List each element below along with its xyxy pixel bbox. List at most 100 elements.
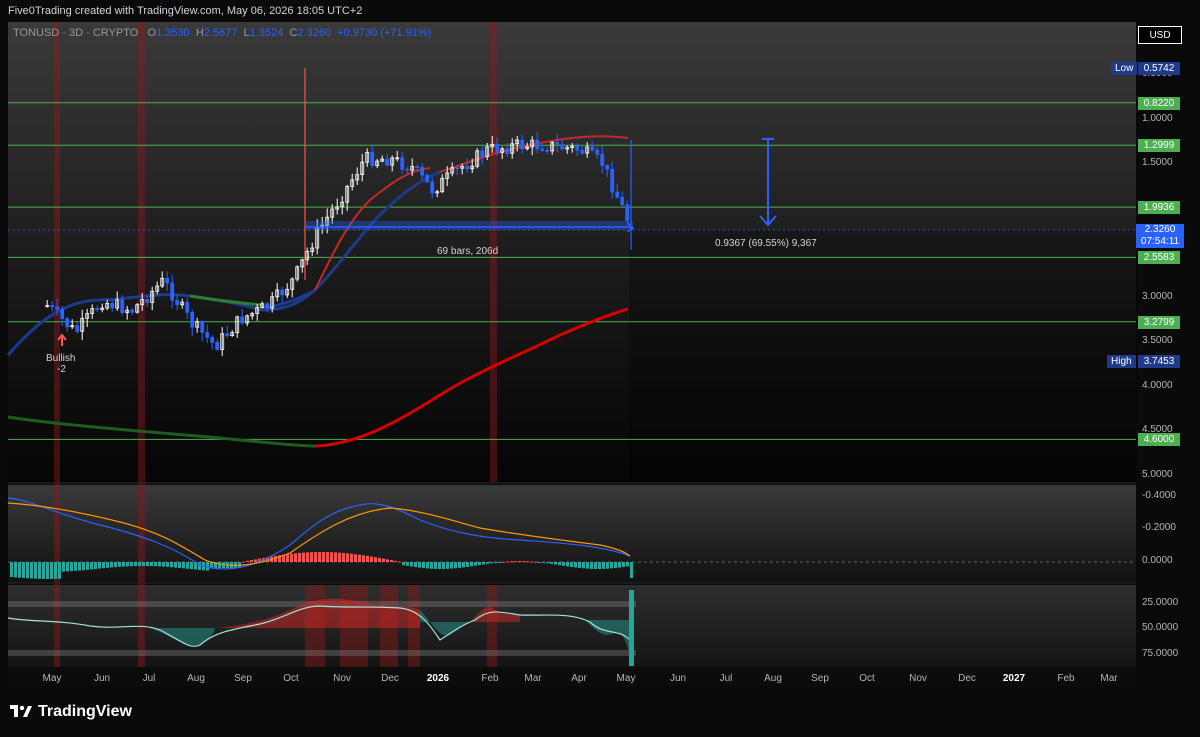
rsi-tick: 75.0000 [1142, 648, 1179, 659]
macd-bar [574, 562, 577, 568]
candle-body [205, 332, 210, 338]
macd-bar [386, 559, 389, 562]
macd-bar [302, 552, 305, 562]
bar-countdown: 07:54:11 [1140, 236, 1180, 247]
time-tick: Apr [571, 673, 587, 684]
macd-bar [138, 562, 141, 567]
time-tick: Nov [909, 673, 927, 684]
macd-bar [322, 552, 325, 562]
tradingview-logo[interactable]: TradingView [10, 703, 132, 721]
macd-bar [610, 562, 613, 569]
high-label-tag: High [1107, 355, 1136, 368]
macd-bar [254, 559, 257, 562]
macd-bar [550, 562, 553, 564]
macd-bar [46, 562, 49, 579]
time-tick: Mar [524, 673, 542, 684]
macd-bar [582, 562, 585, 569]
macd-bar [14, 562, 17, 578]
time-tick: Sep [234, 673, 252, 684]
macd-bar [178, 562, 181, 568]
chart-header: Five0Trading created with TradingView.co… [8, 5, 363, 17]
low-label-tag: Low [1111, 62, 1138, 75]
time-tick: May [42, 673, 62, 684]
signal-value: -2 [57, 364, 66, 375]
macd-bar [338, 552, 341, 562]
macd-bar [626, 562, 629, 567]
macd-bar [486, 562, 489, 564]
macd-bar [78, 562, 81, 571]
candle-body [405, 168, 410, 171]
macd-bar [546, 562, 549, 564]
chart-canvas[interactable] [0, 0, 1200, 737]
macd-bar [90, 562, 93, 570]
candle-body [575, 145, 580, 151]
price-tick: 1.0000 [1142, 112, 1173, 124]
macd-bar [126, 562, 129, 567]
macd-bar [462, 562, 465, 568]
macd-bar [82, 562, 85, 571]
candle-body [590, 146, 595, 151]
candle-body [465, 166, 470, 170]
macd-bar [286, 554, 289, 562]
macd-bar [182, 562, 185, 569]
candle-body [495, 143, 500, 153]
macd-bar [306, 552, 309, 562]
currency-button[interactable]: USD [1138, 26, 1182, 44]
macd-bar [62, 562, 65, 572]
time-tick: Feb [481, 673, 499, 684]
level-price-tag: 0.8220 [1138, 96, 1180, 110]
macd-bar [150, 562, 153, 567]
time-tick: Aug [764, 673, 782, 684]
candle-body [595, 149, 600, 155]
macd-bar [198, 562, 201, 570]
macd-bar [410, 562, 413, 567]
candle-body [145, 299, 150, 303]
macd-bar [470, 562, 473, 567]
signal-label: Bullish [46, 353, 76, 364]
tradingview-logo-icon [10, 705, 32, 717]
macd-bar [166, 562, 169, 567]
macd-bar [342, 552, 345, 562]
time-tick: Jul [142, 673, 156, 684]
macd-bar [586, 562, 589, 569]
macd-bar [58, 562, 61, 579]
candle-body [170, 282, 175, 301]
macd-bar [38, 562, 41, 579]
macd-bar [534, 561, 537, 563]
macd-bar [514, 561, 517, 563]
candle-body [560, 144, 565, 150]
symbol-name[interactable]: TONUSD · 3D · CRYPTO [13, 27, 138, 39]
time-tick: Nov [333, 673, 351, 684]
price-tick: 5.0000 [1142, 469, 1173, 480]
macd-bar [438, 562, 441, 569]
time-tick: Feb [1057, 673, 1075, 684]
macd-bar [34, 562, 37, 579]
symbol-legend[interactable]: TONUSD · 3D · CRYPTO O1.3530 H2.5677 L1.… [13, 27, 431, 39]
macd-bar [110, 562, 113, 568]
candle-body [55, 306, 60, 310]
macd-bar [370, 556, 373, 562]
time-tick: Oct [283, 673, 299, 684]
candle-body [370, 151, 375, 166]
macd-bar [106, 562, 109, 568]
macd-bar [362, 555, 365, 562]
macd-bar [522, 561, 525, 563]
macd-bar [10, 562, 13, 577]
high-value: 2.5677 [203, 27, 238, 39]
macd-bar [170, 562, 173, 568]
macd-bar [378, 557, 381, 562]
measure-box[interactable] [306, 221, 633, 230]
candle-body [535, 139, 540, 150]
macd-bar [158, 562, 161, 567]
change-value: +0.9730 (+71.91%) [337, 27, 432, 39]
time-tick: Mar [1100, 673, 1118, 684]
macd-pane[interactable] [8, 485, 1136, 582]
candle-body [625, 204, 630, 221]
macd-bar [414, 562, 417, 568]
candle-body [215, 341, 220, 350]
low-value-tag: 0.5742 [1138, 62, 1180, 75]
macd-bar [474, 562, 477, 566]
macd-bar [98, 562, 101, 569]
macd-bar [366, 555, 369, 562]
rsi-last-bar [629, 590, 634, 666]
